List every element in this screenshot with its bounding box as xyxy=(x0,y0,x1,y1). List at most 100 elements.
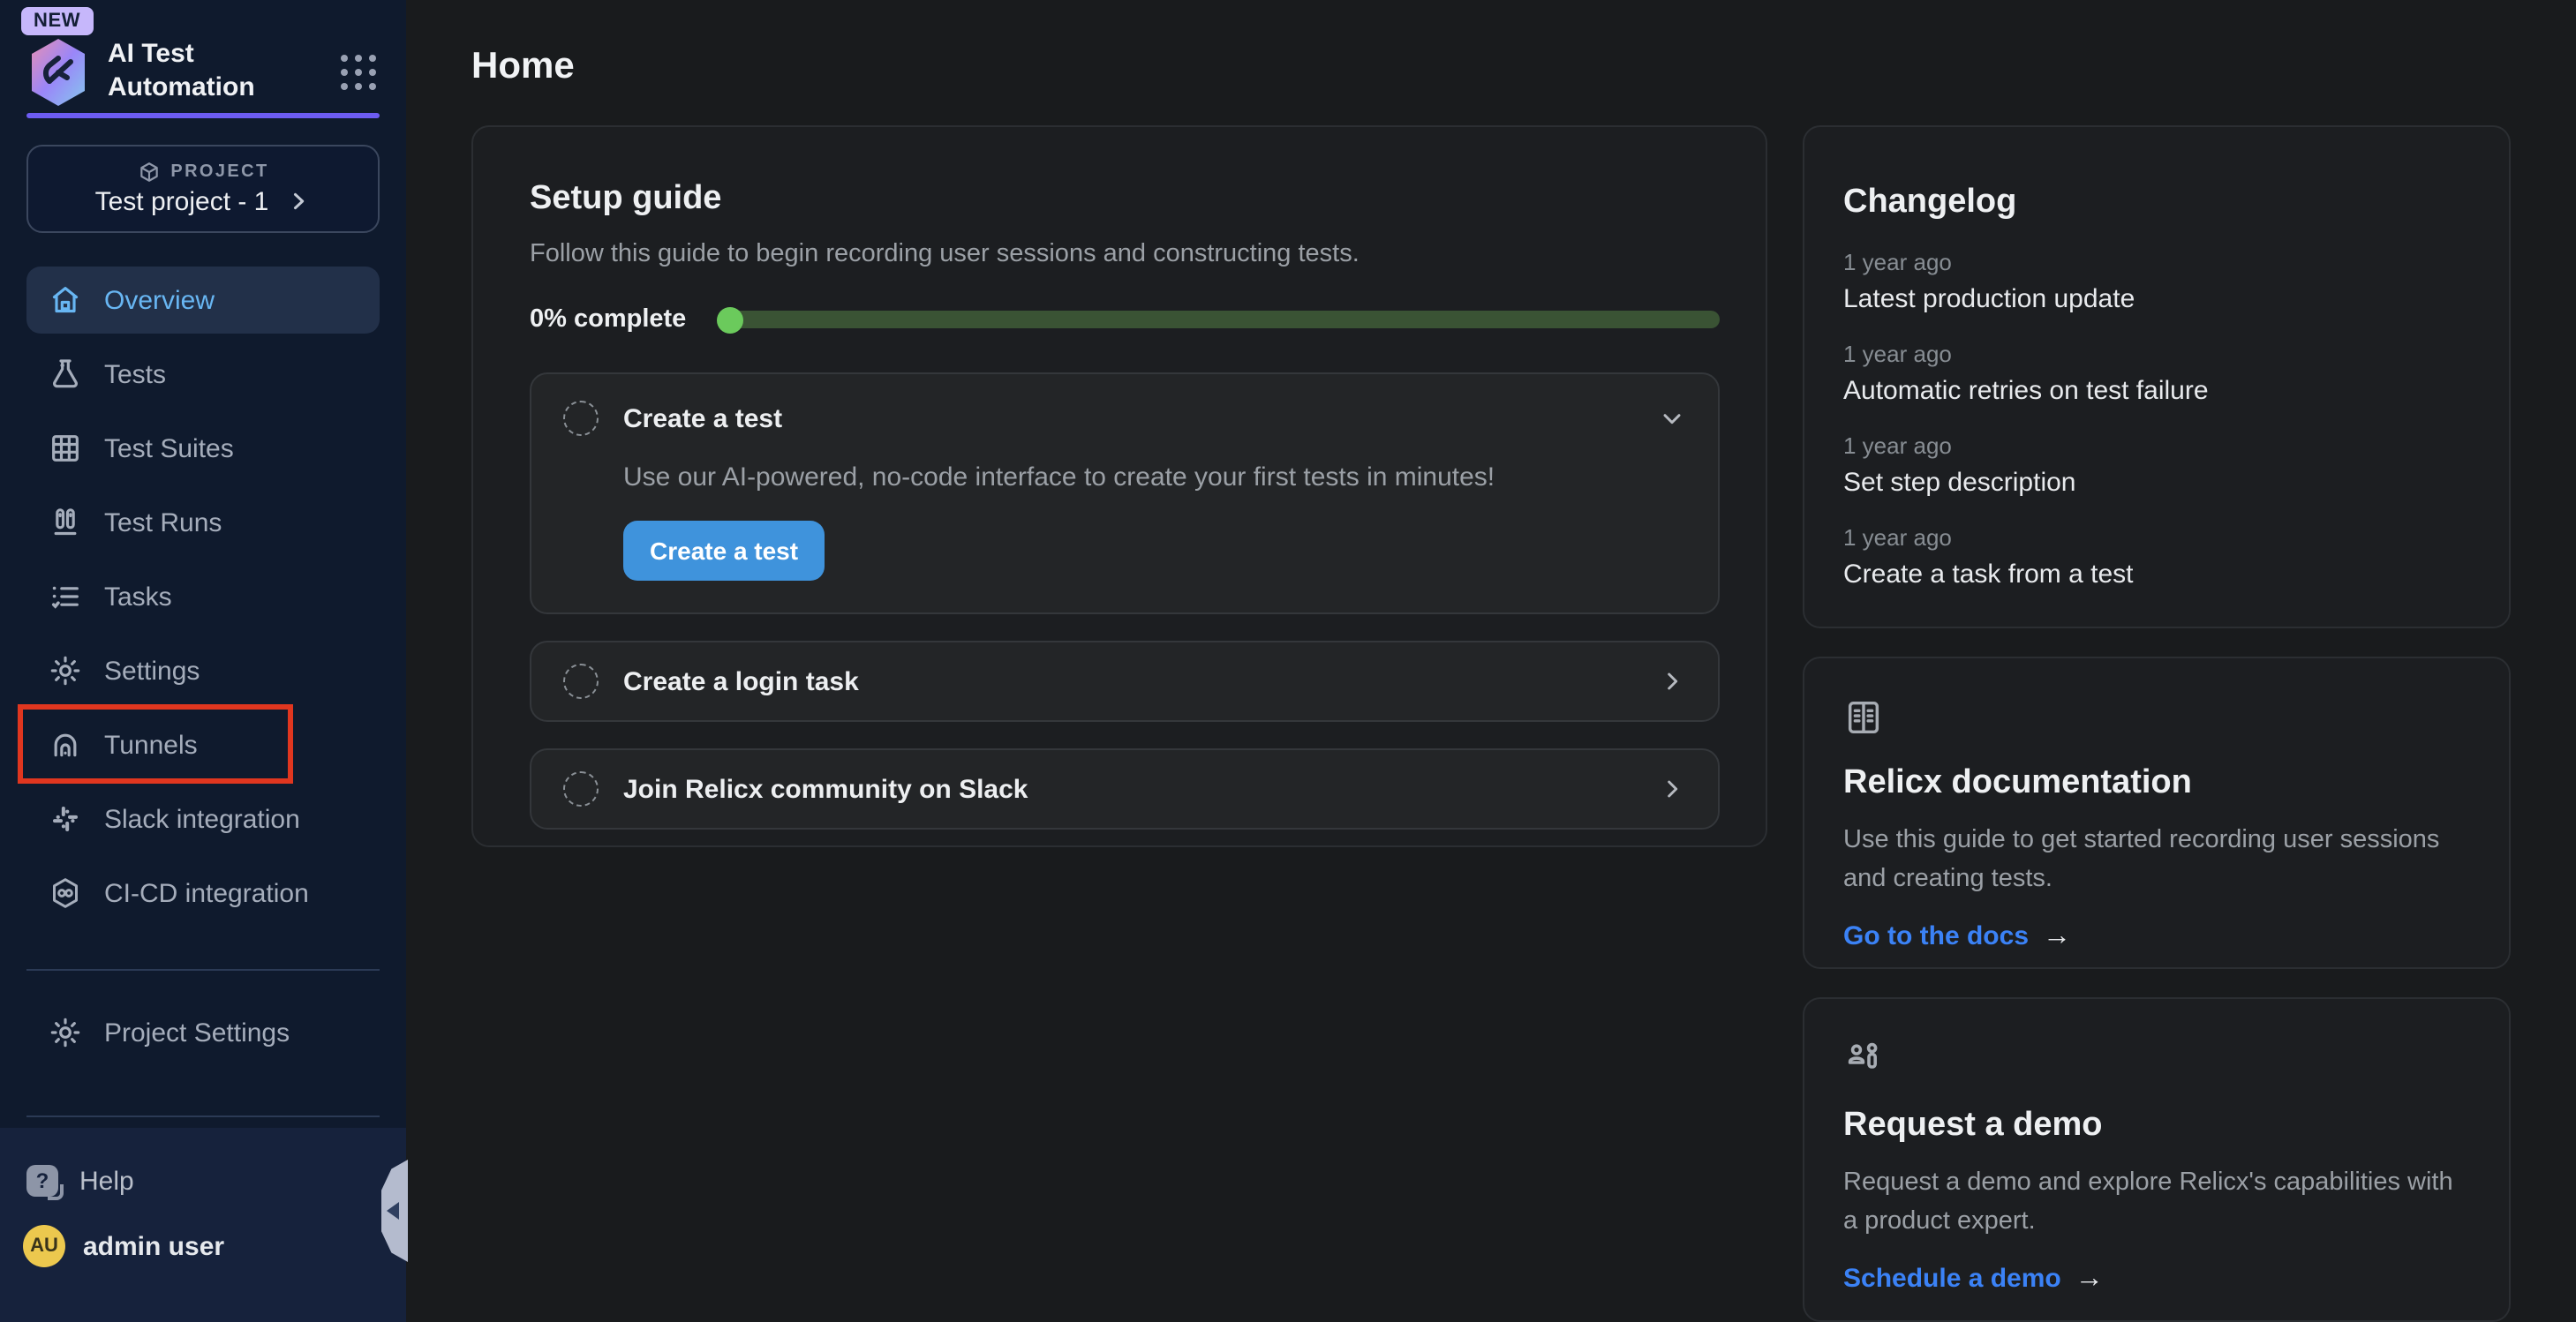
sidebar-item-tunnels[interactable]: Tunnels xyxy=(26,711,380,778)
app-logo-icon xyxy=(26,37,90,108)
home-icon xyxy=(48,282,83,318)
cicd-icon xyxy=(48,875,83,911)
project-selector[interactable]: PROJECT Test project - 1 xyxy=(26,145,380,233)
link-label: Go to the docs xyxy=(1843,922,2029,952)
progress-knob xyxy=(716,306,742,333)
sidebar-divider xyxy=(26,1115,380,1117)
user-menu[interactable]: AU admin user xyxy=(0,1197,406,1267)
project-label: PROJECT xyxy=(170,162,268,182)
sidebar-item-tests[interactable]: Tests xyxy=(26,341,380,408)
sidebar-item-label: Project Settings xyxy=(104,1018,290,1048)
sidebar-item-tasks[interactable]: Tasks xyxy=(26,563,380,630)
changelog-entry: 1 year ago Automatic retries on test fai… xyxy=(1843,341,2470,406)
sidebar-bottom-panel: ? Help AU admin user xyxy=(0,1128,406,1322)
arrow-right-icon: → xyxy=(2075,1264,2104,1296)
sidebar-item-slack-integration[interactable]: Slack integration xyxy=(26,785,380,853)
sidebar-divider xyxy=(26,969,380,971)
progress-bar xyxy=(718,311,1720,328)
documentation-description: Use this guide to get started recording … xyxy=(1843,821,2470,900)
step-title: Create a login task xyxy=(623,666,859,696)
sidebar-item-cicd-integration[interactable]: CI-CD integration xyxy=(26,860,380,927)
app-switcher-icon[interactable] xyxy=(341,55,376,90)
setup-step-create-login-task[interactable]: Create a login task xyxy=(530,641,1720,722)
sidebar-item-project-settings[interactable]: Project Settings xyxy=(26,999,380,1066)
request-demo-description: Request a demo and explore Relicx's capa… xyxy=(1843,1163,2470,1243)
changelog-entry: 1 year ago Latest production update xyxy=(1843,249,2470,314)
changelog-entry-title: Automatic retries on test failure xyxy=(1843,376,2470,406)
sidebar-item-label: Tasks xyxy=(104,582,172,612)
sidebar-item-label: Test Runs xyxy=(104,507,222,537)
changelog-time: 1 year ago xyxy=(1843,432,2470,459)
book-icon xyxy=(1843,715,1884,745)
screenshot-stage: NEW AI Test Automation xyxy=(0,0,2576,1322)
progress-label: 0% complete xyxy=(530,305,686,334)
incomplete-step-icon xyxy=(563,771,599,807)
incomplete-step-icon xyxy=(563,664,599,699)
sidebar-item-test-suites[interactable]: Test Suites xyxy=(26,415,380,482)
setup-guide-description: Follow this guide to begin recording use… xyxy=(530,240,1720,268)
changelog-title: Changelog xyxy=(1843,184,2470,222)
help-chat-icon: ? xyxy=(26,1165,58,1197)
create-a-test-button[interactable]: Create a test xyxy=(623,521,825,581)
app-title: AI Test Automation xyxy=(108,40,305,106)
user-name: admin user xyxy=(83,1231,224,1261)
flask-icon xyxy=(48,357,83,392)
avatar: AU xyxy=(23,1225,65,1267)
changelog-entry: 1 year ago Set step description xyxy=(1843,432,2470,498)
link-label: Schedule a demo xyxy=(1843,1265,2061,1295)
step-title: Join Relicx community on Slack xyxy=(623,774,1028,804)
new-badge: NEW xyxy=(21,7,93,35)
sidebar-item-label: Test Suites xyxy=(104,433,234,463)
changelog-time: 1 year ago xyxy=(1843,249,2470,275)
cube-icon xyxy=(137,161,160,184)
app-root: NEW AI Test Automation xyxy=(0,0,2576,1322)
chevron-right-icon xyxy=(286,188,311,213)
sidebar-nav: Overview Tests Test Suites Test Runs xyxy=(0,267,406,934)
changelog-entry-title: Set step description xyxy=(1843,468,2470,498)
sidebar-item-label: Settings xyxy=(104,656,200,686)
setup-guide-title: Setup guide xyxy=(530,180,1720,219)
chevron-down-icon[interactable] xyxy=(1658,404,1686,432)
sidebar-item-label: Slack integration xyxy=(104,804,300,834)
changelog-time: 1 year ago xyxy=(1843,524,2470,551)
step-title: Create a test xyxy=(623,403,782,433)
changelog-entry-title: Create a task from a test xyxy=(1843,560,2470,590)
sidebar-item-overview[interactable]: Overview xyxy=(26,267,380,334)
help-label: Help xyxy=(79,1166,134,1196)
schedule-demo-link[interactable]: Schedule a demo → xyxy=(1843,1264,2470,1296)
chevron-right-icon xyxy=(1658,667,1686,695)
test-runs-icon xyxy=(48,505,83,540)
arrow-right-icon: → xyxy=(2043,921,2071,953)
table-grid-icon xyxy=(48,431,83,466)
setup-guide-card: Setup guide Follow this guide to begin r… xyxy=(471,125,1767,847)
gear-icon xyxy=(48,653,83,688)
sidebar-item-label: Tunnels xyxy=(104,730,198,760)
accent-divider xyxy=(26,113,380,118)
changelog-entry-title: Latest production update xyxy=(1843,284,2470,314)
page-title: Home xyxy=(471,46,575,88)
sidebar-item-label: CI-CD integration xyxy=(104,878,309,908)
changelog-card: Changelog 1 year ago Latest production u… xyxy=(1803,125,2511,628)
request-demo-card: Request a demo Request a demo and explor… xyxy=(1803,997,2511,1322)
task-list-icon xyxy=(48,579,83,614)
step-description: Use our AI-powered, no-code interface to… xyxy=(623,462,1686,492)
help-button[interactable]: ? Help xyxy=(0,1128,406,1197)
sidebar-secondary-nav: Project Settings xyxy=(0,999,406,1073)
gear-icon xyxy=(48,1015,83,1050)
incomplete-step-icon xyxy=(563,401,599,436)
project-name: Test project - 1 xyxy=(95,187,269,217)
sidebar-item-settings[interactable]: Settings xyxy=(26,637,380,704)
sidebar-item-label: Overview xyxy=(104,285,215,315)
sidebar-item-label: Tests xyxy=(104,359,166,389)
people-icon xyxy=(1843,1057,1886,1087)
setup-progress: 0% complete xyxy=(530,305,1720,334)
step-header[interactable]: Create a test xyxy=(563,401,1686,436)
setup-step-join-slack-community[interactable]: Join Relicx community on Slack xyxy=(530,748,1720,830)
go-to-docs-link[interactable]: Go to the docs → xyxy=(1843,921,2470,953)
tunnel-icon xyxy=(48,727,83,762)
chevron-right-icon xyxy=(1658,775,1686,803)
sidebar-item-test-runs[interactable]: Test Runs xyxy=(26,489,380,556)
changelog-entry: 1 year ago Create a task from a test xyxy=(1843,524,2470,590)
sidebar: NEW AI Test Automation xyxy=(0,0,406,1322)
slack-icon xyxy=(48,801,83,837)
